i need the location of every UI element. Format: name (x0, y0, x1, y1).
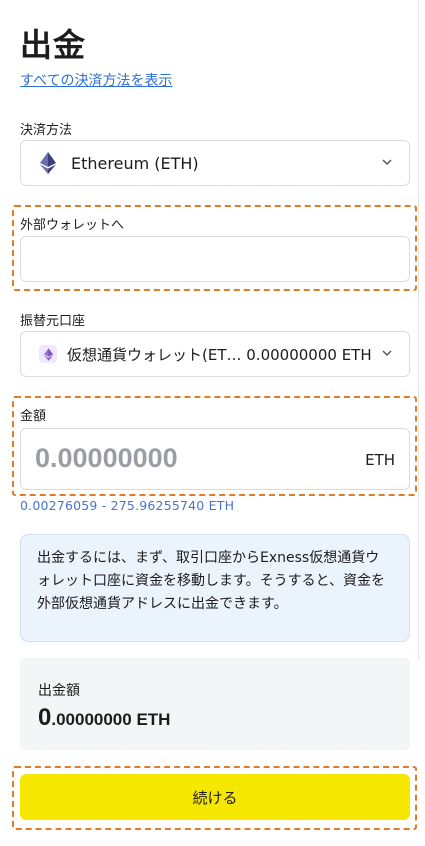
payment-method-value: Ethereum (ETH) (71, 153, 199, 173)
info-notice: 出金するには、まず、取引口座からExness仮想通貨ウォレット口座に資金を移動し… (20, 534, 410, 642)
external-wallet-input[interactable] (20, 236, 410, 282)
amount-label: 金額 (20, 409, 47, 424)
summary-amount: 0.00000000 ETH (38, 704, 392, 732)
ethereum-icon (40, 152, 56, 174)
chevron-down-icon (382, 350, 392, 357)
source-account-value: 仮想通貨ウォレット(ET… 0.00000000 ETH (67, 345, 372, 364)
page-edge-divider (418, 0, 419, 660)
source-account-label: 振替元口座 (20, 314, 86, 329)
amount-range: 0.00276059 - 275.96255740 ETH (20, 498, 235, 513)
amount-value: 0.00000000 (35, 443, 178, 473)
summary-amount-rest: .00000000 ETH (51, 710, 171, 729)
payment-method-select[interactable]: Ethereum (ETH) (20, 140, 410, 186)
external-wallet-label: 外部ウォレットへ (20, 218, 125, 233)
page-title: 出金 (20, 26, 87, 64)
all-methods-link[interactable]: すべての決済方法を表示 (20, 70, 172, 90)
crypto-wallet-icon (39, 345, 57, 363)
amount-input[interactable]: 0.00000000 ETH (20, 428, 410, 490)
withdrawal-summary: 出金額 0.00000000 ETH (20, 658, 410, 750)
chevron-down-icon (382, 159, 392, 166)
source-account-select[interactable]: 仮想通貨ウォレット(ET… 0.00000000 ETH (20, 331, 410, 377)
amount-unit: ETH (365, 451, 395, 469)
summary-amount-integer: 0 (38, 704, 52, 731)
payment-method-label: 決済方法 (20, 123, 73, 138)
info-text: 出金するには、まず、取引口座からExness仮想通貨ウォレット口座に資金を移動し… (37, 550, 386, 612)
summary-label: 出金額 (38, 683, 80, 699)
continue-button[interactable]: 続ける (20, 774, 410, 820)
